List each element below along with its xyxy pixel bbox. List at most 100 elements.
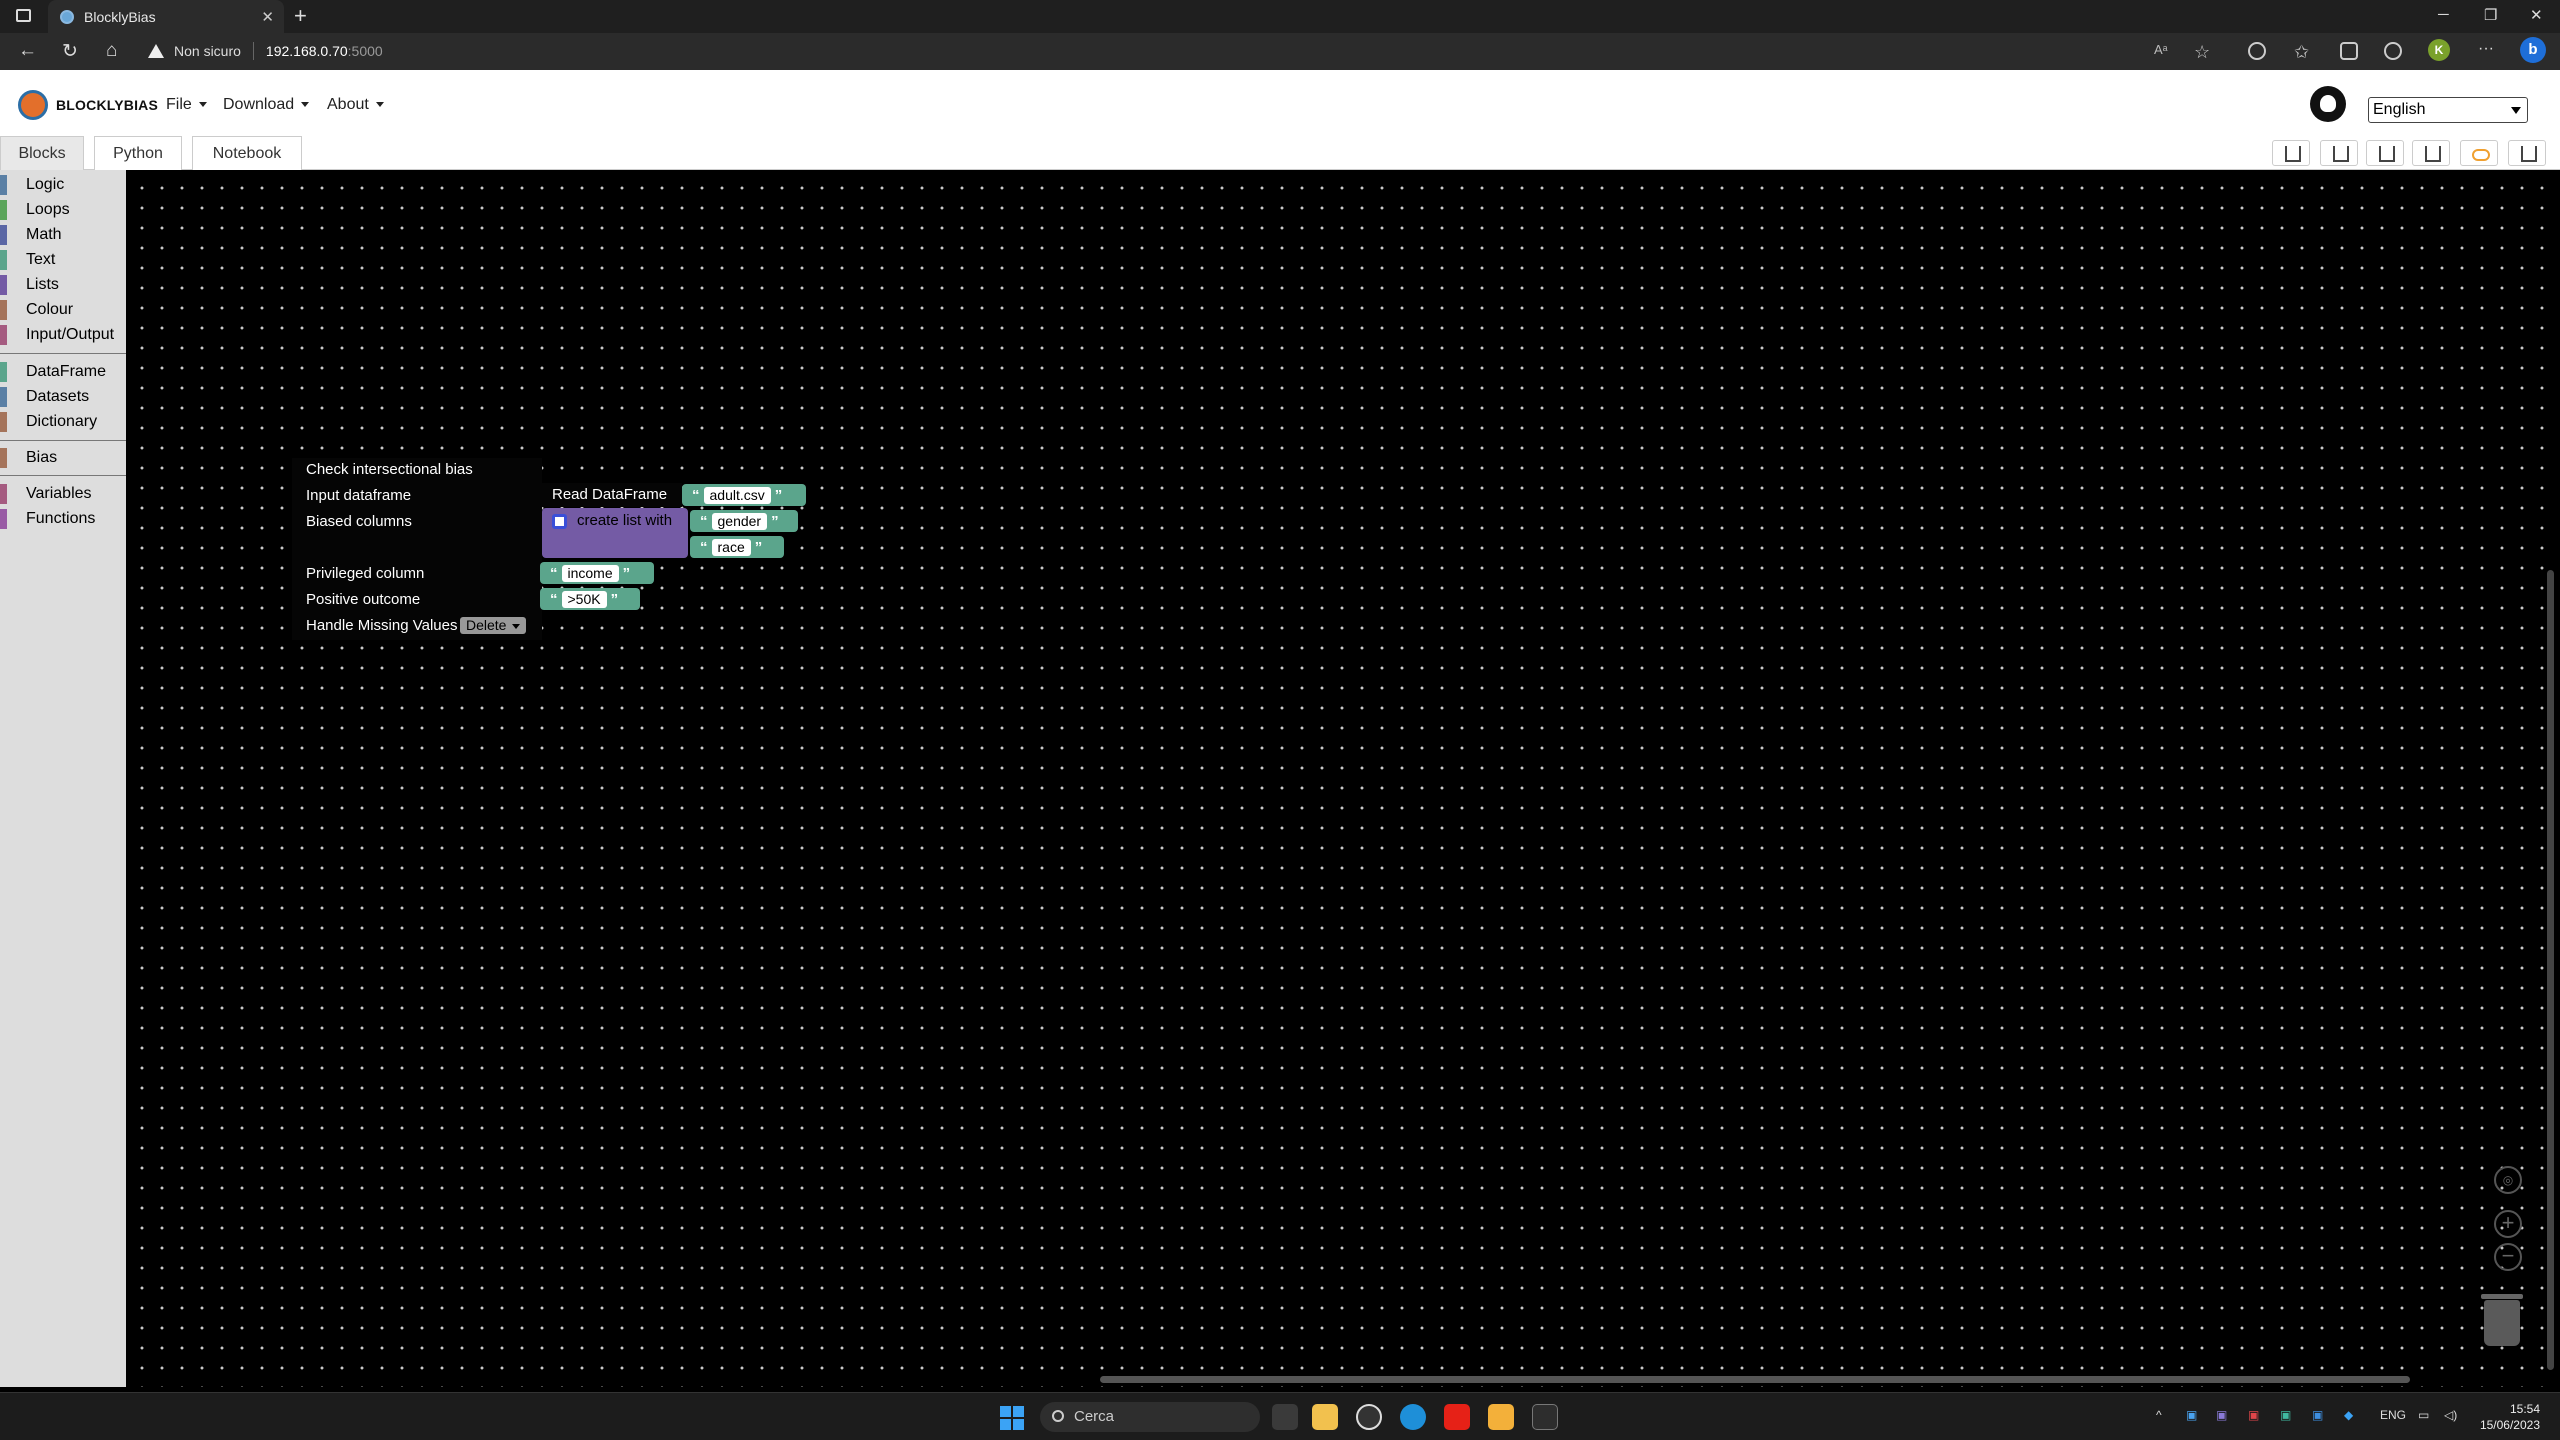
- download-icon[interactable]: [2272, 140, 2310, 166]
- media-player-icon[interactable]: [1356, 1404, 1382, 1430]
- new-tab-icon[interactable]: +: [294, 3, 307, 29]
- filename-field[interactable]: adult.csv: [703, 486, 771, 504]
- toolbox: Logic Loops Math Text Lists Colour Input…: [0, 170, 126, 1387]
- address-field[interactable]: Non sicuro 192.168.0.70 :5000: [148, 37, 2098, 65]
- toolbox-item-text[interactable]: Text: [0, 249, 126, 271]
- link-icon[interactable]: [2460, 140, 2498, 166]
- blockly-workspace[interactable]: [126, 170, 2560, 1387]
- income-field[interactable]: income: [561, 564, 619, 582]
- positive-outcome-label: Positive outcome: [306, 591, 421, 608]
- upload-icon[interactable]: [2320, 140, 2358, 166]
- toolbox-item-datasets[interactable]: Datasets: [0, 386, 126, 408]
- taskbar-search[interactable]: Cerca: [1040, 1402, 1260, 1432]
- toolbox-separator: [0, 353, 126, 354]
- terminal-icon[interactable]: [1532, 1404, 1558, 1430]
- text-block-income[interactable]: “ income ”: [540, 562, 654, 584]
- menu-file[interactable]: File: [166, 96, 207, 114]
- tab-notebook[interactable]: Notebook: [192, 136, 302, 170]
- tray-app-icon[interactable]: ▣: [2186, 1408, 2197, 1422]
- edge-icon[interactable]: [1400, 1404, 1426, 1430]
- tray-overflow-icon[interactable]: ^: [2156, 1408, 2162, 1422]
- quote-close-icon: ”: [754, 538, 763, 556]
- quote-close-icon: ”: [774, 486, 783, 504]
- toolbox-item-loops[interactable]: Loops: [0, 199, 126, 221]
- toolbox-item-lists[interactable]: Lists: [0, 274, 126, 296]
- refresh-icon[interactable]: ↻: [62, 40, 78, 63]
- browser-tab[interactable]: BlocklyBias ✕: [48, 0, 284, 33]
- create-list-block[interactable]: create list with: [542, 508, 688, 558]
- back-icon[interactable]: ←: [18, 40, 37, 62]
- horizontal-scrollbar[interactable]: [1100, 1376, 2410, 1383]
- race-field[interactable]: race: [711, 538, 751, 556]
- read-aloud-icon[interactable]: Aᵃ: [2154, 42, 2172, 60]
- toolbox-item-bias[interactable]: Bias: [0, 447, 126, 469]
- gender-field[interactable]: gender: [711, 512, 768, 530]
- tray-app-icon[interactable]: ▣: [2312, 1408, 2323, 1422]
- toolbox-item-logic[interactable]: Logic: [0, 174, 126, 196]
- read-dataframe-block[interactable]: Read DataFrame: [542, 483, 682, 507]
- tab-actions-icon[interactable]: [16, 9, 31, 22]
- toolbox-item-input-output[interactable]: Input/Output: [0, 324, 126, 346]
- positive-outcome-field[interactable]: >50K: [561, 590, 607, 608]
- text-block-positive-outcome[interactable]: “ >50K ”: [540, 588, 640, 610]
- toolbox-item-math[interactable]: Math: [0, 224, 126, 246]
- youtube-icon[interactable]: [1444, 1404, 1470, 1430]
- toolbox-item-dictionary[interactable]: Dictionary: [0, 411, 126, 433]
- quote-open-icon: “: [550, 590, 558, 608]
- text-block-gender[interactable]: “ gender ”: [690, 510, 798, 532]
- tray-app-icon[interactable]: ◆: [2344, 1408, 2353, 1422]
- toolbox-item-dataframe[interactable]: DataFrame: [0, 361, 126, 383]
- gear-icon[interactable]: [552, 513, 567, 529]
- language-select[interactable]: English: [2368, 97, 2528, 123]
- category-color-bar: [0, 448, 7, 468]
- windows-start-icon[interactable]: [1000, 1406, 1024, 1430]
- workspace-trash-icon[interactable]: [2481, 1294, 2523, 1346]
- favorites-icon[interactable]: ✩: [2294, 42, 2312, 62]
- edit-icon[interactable]: [2366, 140, 2404, 166]
- category-color-bar: [0, 412, 7, 432]
- tab-blocks[interactable]: Blocks: [0, 136, 84, 170]
- text-block-race[interactable]: “ race ”: [690, 536, 784, 558]
- chevron-down-icon: [2511, 107, 2521, 114]
- category-color-bar: [0, 225, 7, 245]
- close-tab-icon[interactable]: ✕: [261, 8, 274, 26]
- extension-icon[interactable]: [2248, 42, 2266, 60]
- more-menu-icon[interactable]: ···: [2478, 40, 2494, 58]
- file-explorer-icon[interactable]: [1312, 1404, 1338, 1430]
- profile-avatar[interactable]: K: [2428, 39, 2450, 61]
- browser-essentials-icon[interactable]: [2384, 42, 2402, 60]
- collections-icon[interactable]: [2340, 42, 2358, 60]
- toolbox-item-functions[interactable]: Functions: [0, 508, 126, 530]
- volume-icon[interactable]: ◁): [2444, 1408, 2457, 1422]
- tray-app-icon[interactable]: ▣: [2280, 1408, 2291, 1422]
- taskbar-clock[interactable]: 15:54 15/06/2023: [2478, 1401, 2540, 1433]
- restore-icon[interactable]: ❐: [2484, 6, 2497, 24]
- network-icon[interactable]: ▭: [2418, 1408, 2429, 1422]
- zoom-in-icon[interactable]: +: [2494, 1210, 2522, 1238]
- biased-columns-label: Biased columns: [306, 513, 412, 530]
- favorite-star-icon[interactable]: ☆: [2194, 42, 2212, 62]
- menu-download[interactable]: Download: [223, 96, 310, 114]
- recenter-icon[interactable]: ◎: [2494, 1166, 2522, 1194]
- tray-app-icon[interactable]: ▣: [2248, 1408, 2259, 1422]
- store-icon[interactable]: [1488, 1404, 1514, 1430]
- menu-about[interactable]: About: [327, 96, 384, 114]
- task-view-icon[interactable]: [1272, 1404, 1298, 1430]
- trash-icon[interactable]: [2508, 140, 2546, 166]
- bing-copilot-icon[interactable]: b: [2520, 37, 2546, 63]
- close-window-icon[interactable]: ✕: [2530, 6, 2543, 24]
- handle-missing-dropdown[interactable]: Delete: [460, 617, 527, 634]
- home-icon[interactable]: ⌂: [106, 40, 117, 62]
- vertical-scrollbar[interactable]: [2547, 570, 2554, 1370]
- text-block-filename[interactable]: “ adult.csv ”: [682, 484, 806, 506]
- github-icon[interactable]: [2310, 86, 2346, 122]
- tray-language[interactable]: ENG: [2380, 1408, 2406, 1422]
- toolbox-item-variables[interactable]: Variables: [0, 483, 126, 505]
- copy-icon[interactable]: [2412, 140, 2450, 166]
- tab-python[interactable]: Python: [94, 136, 182, 170]
- zoom-out-icon[interactable]: −: [2494, 1243, 2522, 1271]
- minimize-icon[interactable]: ─: [2438, 6, 2449, 23]
- toolbox-item-colour[interactable]: Colour: [0, 299, 126, 321]
- tray-app-icon[interactable]: ▣: [2216, 1408, 2227, 1422]
- check-intersectional-bias-block[interactable]: Check intersectional bias Input datafram…: [292, 458, 542, 640]
